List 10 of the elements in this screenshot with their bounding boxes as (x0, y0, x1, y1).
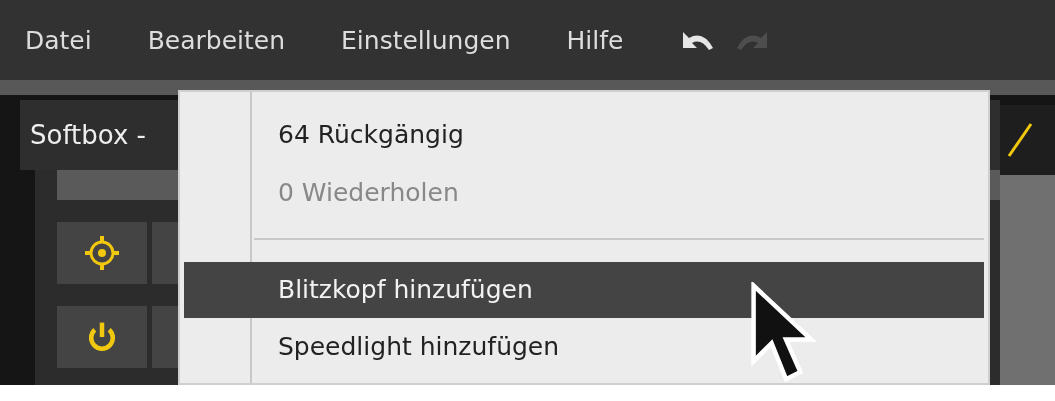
menu-item[interactable]: Datei (25, 25, 92, 55)
menu-entry[interactable]: Blitzkopf hinzufügen (184, 262, 984, 318)
menu-item[interactable]: Einstellungen (341, 25, 511, 55)
target-button[interactable] (57, 222, 147, 284)
menu-item[interactable]: Hilfe (566, 25, 624, 55)
power-button[interactable] (57, 306, 147, 368)
target-icon (82, 233, 122, 273)
menu-entry[interactable]: Speedlight hinzufügen (184, 322, 984, 380)
menu-entry[interactable]: 64 Rückgängig (184, 110, 984, 168)
menu-item[interactable]: Bearbeiten (147, 25, 286, 55)
